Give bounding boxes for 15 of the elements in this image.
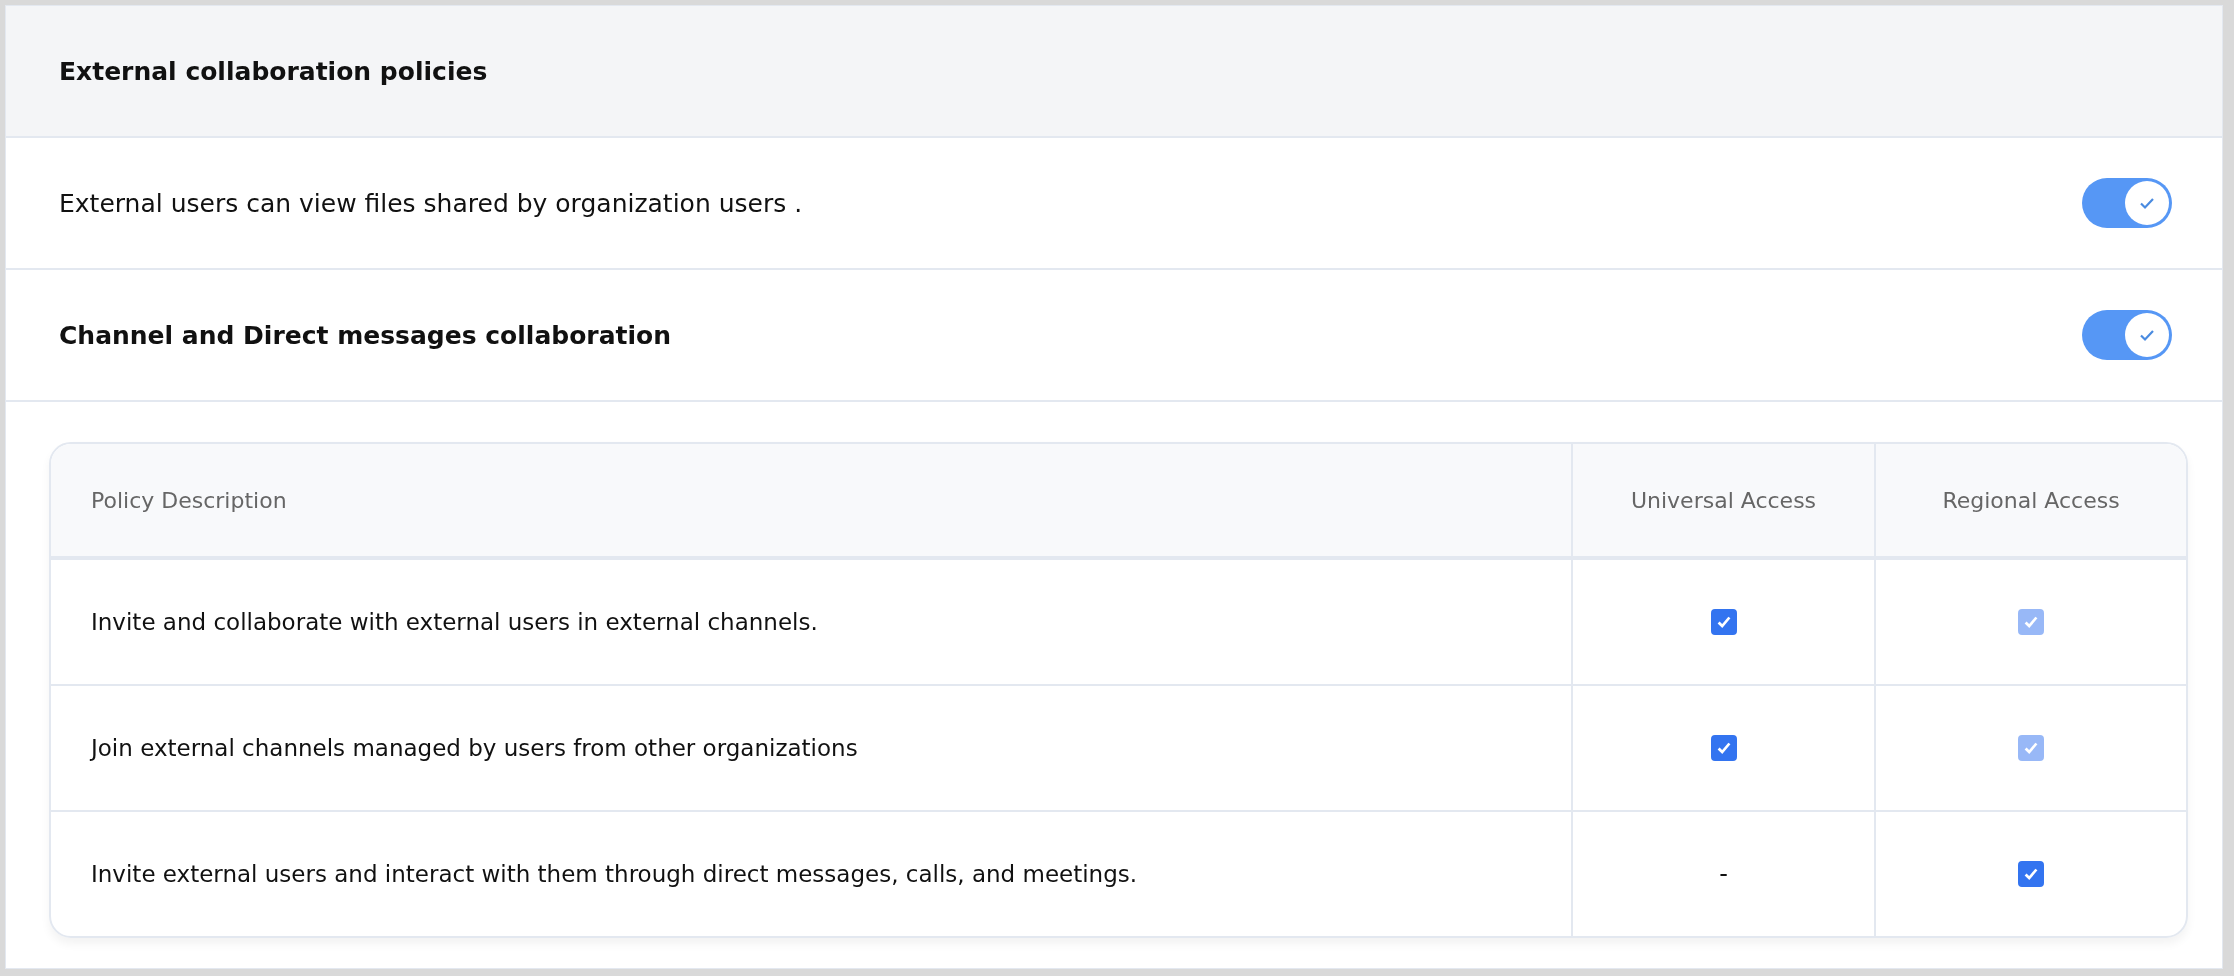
table-cell: -: [1719, 860, 1728, 888]
checkbox[interactable]: [1710, 609, 1737, 635]
setting-label: Channel and Direct messages collaboration: [59, 320, 672, 350]
toggle-switch[interactable]: [2082, 178, 2172, 228]
policy-description: Invite external users and interact with them through direct messages, calls, and meetings.: [91, 861, 1138, 887]
toggle-switch[interactable]: [2082, 310, 2172, 360]
column-header: Policy Description: [91, 487, 287, 513]
checkbox[interactable]: [1710, 735, 1737, 761]
column-header: Regional Access: [1942, 487, 2120, 513]
column-header: Universal Access: [1630, 487, 1817, 513]
panel-title: External collaboration policies: [59, 56, 488, 86]
checkbox[interactable]: [2018, 861, 2044, 887]
policy-description: Join external channels managed by users from other organizations: [91, 735, 858, 761]
policy-description: Invite and collaborate with external users in external channels.: [91, 609, 818, 635]
setting-label: External users can view files shared by organization users .: [59, 188, 803, 218]
